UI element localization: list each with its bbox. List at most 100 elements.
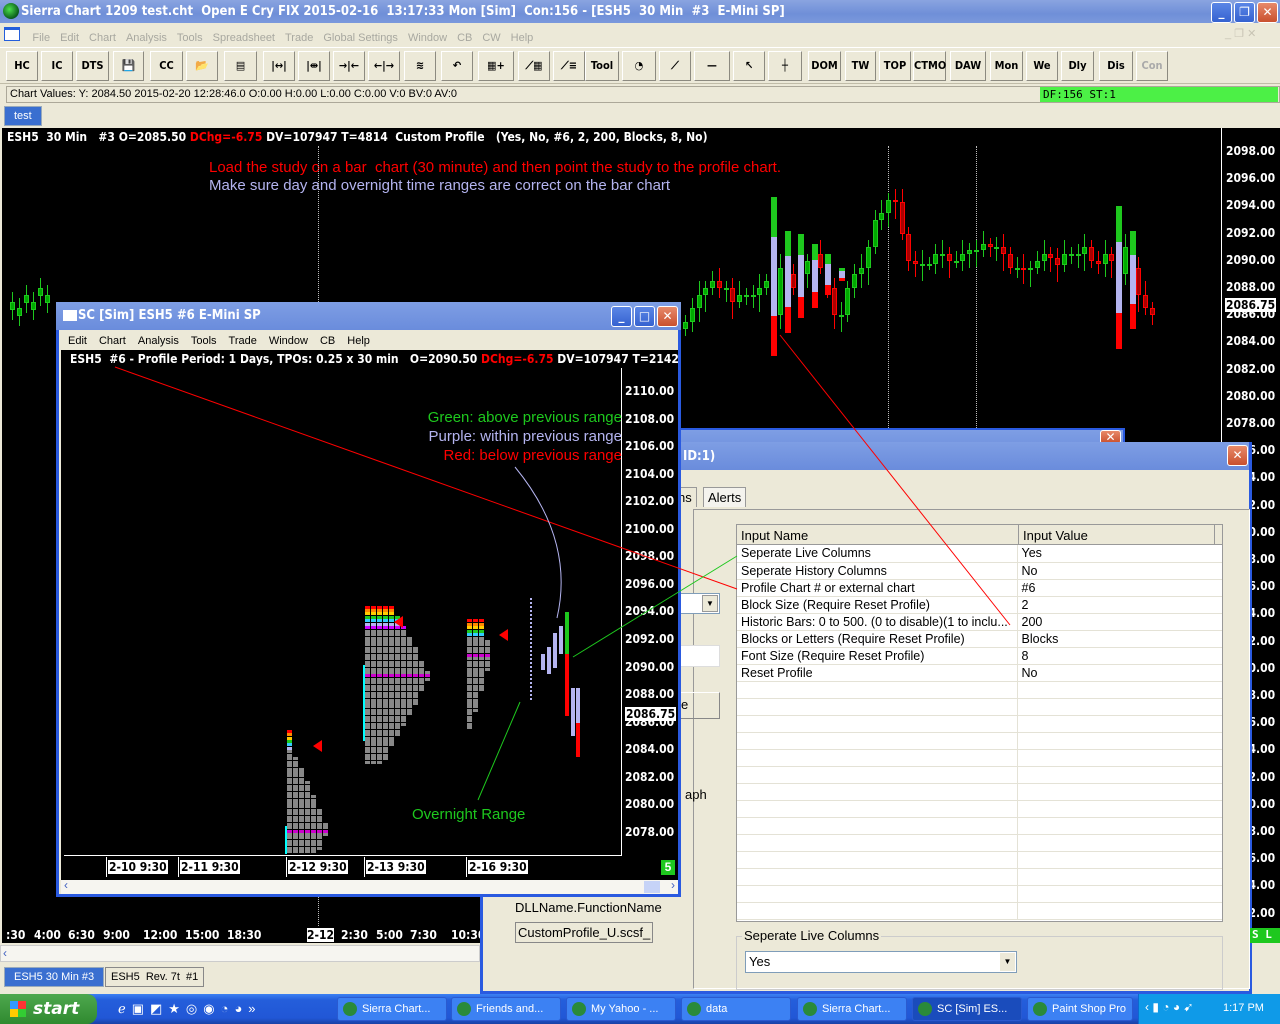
- scroll-left-icon[interactable]: ‹: [3, 946, 7, 960]
- input-row[interactable]: Seperate Live Columns Yes: [737, 545, 1222, 563]
- input-row[interactable]: Historic Bars: 0 to 500. (0 to disable)(…: [737, 613, 1222, 631]
- crosshair-button[interactable]: ┼: [768, 51, 802, 81]
- input-value[interactable]: 200: [1017, 613, 1222, 631]
- menu-analysis[interactable]: Analysis: [121, 29, 172, 47]
- input-row[interactable]: Seperate History Columns No: [737, 562, 1222, 580]
- taskbar-item[interactable]: My Yahoo - ...: [566, 997, 676, 1021]
- menu-chart[interactable]: Chart: [84, 29, 121, 47]
- line-button[interactable]: ⟋: [659, 51, 691, 81]
- taskbar-item[interactable]: Friends and...: [451, 997, 561, 1021]
- dll-field[interactable]: CustomProfile_U.scsf_: [515, 922, 653, 943]
- toolbar-top-button[interactable]: TOP: [879, 51, 911, 81]
- restore-button[interactable]: ❐: [1234, 2, 1255, 23]
- input-row[interactable]: Profile Chart # or external chart #6: [737, 579, 1222, 597]
- study-button[interactable]: ≋: [404, 51, 436, 81]
- toolbar-dis-button[interactable]: Dis: [1099, 51, 1133, 81]
- col-input-value[interactable]: Input Value: [1019, 525, 1215, 544]
- close-button[interactable]: ✕: [1257, 2, 1278, 23]
- toolbar-dts-button[interactable]: DTS: [76, 51, 109, 81]
- compress-button[interactable]: →|←: [333, 51, 365, 81]
- horizontal-scrollbar[interactable]: ‹: [0, 945, 480, 962]
- minimize-button[interactable]: _: [1211, 2, 1232, 23]
- taskbar-item[interactable]: Sierra Chart...: [337, 997, 447, 1021]
- taskbar-item[interactable]: Paint Shop Pro: [1027, 997, 1133, 1021]
- input-value[interactable]: 2: [1017, 596, 1222, 614]
- profile-menu-window[interactable]: Window: [263, 332, 314, 347]
- profile-minimize-button[interactable]: _: [611, 306, 632, 327]
- profile-chart[interactable]: ESH5 #6 - Profile Period: 1 Days, TPOs: …: [61, 350, 678, 880]
- pointer-button[interactable]: ↖: [733, 51, 765, 81]
- settings-button[interactable]: ▤: [224, 51, 257, 81]
- input-value[interactable]: 8: [1017, 647, 1222, 665]
- profile-menu-cb[interactable]: CB: [314, 332, 341, 347]
- zoom-out-button[interactable]: |↔|: [263, 51, 295, 81]
- toolbar-cc-button[interactable]: CC: [150, 51, 183, 81]
- profile-maximize-button[interactable]: □: [634, 306, 655, 327]
- menu-global-settings[interactable]: Global Settings: [318, 29, 403, 47]
- menu-trade[interactable]: Trade: [280, 29, 318, 47]
- profile-scrollbar[interactable]: ‹ ›: [61, 878, 678, 894]
- undo-button[interactable]: ↶: [441, 51, 473, 81]
- input-row[interactable]: Reset Profile No: [737, 664, 1222, 682]
- expand-button[interactable]: ←|→: [368, 51, 400, 81]
- profile-menu-edit[interactable]: Edit: [62, 332, 93, 347]
- hline-button[interactable]: —: [694, 51, 730, 81]
- menu-help[interactable]: Help: [506, 29, 539, 47]
- input-row[interactable]: Block Size (Require Reset Profile) 2: [737, 596, 1222, 614]
- tww-button[interactable]: ▦+: [478, 51, 514, 81]
- scroll-left-icon[interactable]: ‹: [64, 878, 68, 892]
- menu-cb[interactable]: CB: [452, 29, 477, 47]
- toolbar-tw-button[interactable]: TW: [845, 51, 876, 81]
- zoom-in-button[interactable]: |⇹|: [298, 51, 330, 81]
- toolbar-con-button[interactable]: Con: [1136, 51, 1168, 81]
- chartbook-tab-test[interactable]: test: [4, 106, 42, 126]
- toolbar-ctmo-button[interactable]: CTMO: [913, 51, 946, 81]
- text-input-partial[interactable]: [678, 645, 720, 667]
- toolbar-we-button[interactable]: We: [1026, 51, 1058, 81]
- toolbar-hc-button[interactable]: HC: [6, 51, 38, 81]
- fib-button[interactable]: ⟋≡: [553, 51, 585, 81]
- dropdown-partial[interactable]: ▼: [678, 593, 720, 614]
- taskbar-item[interactable]: SC [Sim] ES...: [912, 997, 1022, 1021]
- profile-menu-chart[interactable]: Chart: [93, 332, 132, 347]
- save-button[interactable]: 💾: [113, 51, 144, 81]
- toolbar-tool-button[interactable]: Tool: [585, 51, 619, 81]
- profile-close-button[interactable]: ✕: [657, 306, 678, 327]
- chart-tab-rev7t[interactable]: ESH5 Rev. 7t #1: [105, 967, 205, 987]
- menu-window[interactable]: Window: [403, 29, 452, 47]
- toolbar-ic-button[interactable]: IC: [41, 51, 73, 81]
- live-columns-select[interactable]: Yes ▼: [745, 951, 1017, 973]
- toolbar-dly-button[interactable]: Dly: [1061, 51, 1094, 81]
- button-partial[interactable]: e: [678, 692, 720, 719]
- input-value[interactable]: Blocks: [1017, 630, 1222, 648]
- menu-spreadsheet[interactable]: Spreadsheet: [208, 29, 280, 47]
- menu-tools[interactable]: Tools: [172, 29, 208, 47]
- tab-alerts[interactable]: Alerts: [703, 487, 747, 507]
- profile-menu-tools[interactable]: Tools: [185, 332, 223, 347]
- taskbar-item[interactable]: data: [681, 997, 791, 1021]
- input-row[interactable]: Blocks or Letters (Require Reset Profile…: [737, 630, 1222, 648]
- input-value[interactable]: No: [1017, 664, 1222, 682]
- col-input-name[interactable]: Input Name: [737, 525, 1019, 544]
- profile-menu-help[interactable]: Help: [341, 332, 376, 347]
- mdi-controls[interactable]: _ ❐ ✕: [1225, 27, 1256, 40]
- input-value[interactable]: #6: [1017, 579, 1222, 597]
- globe-button[interactable]: ◔: [622, 51, 656, 81]
- taskbar-item[interactable]: Sierra Chart...: [797, 997, 907, 1021]
- input-value[interactable]: Yes: [1017, 545, 1222, 563]
- inputs-table[interactable]: Input Name Input Value Seperate Live Col…: [736, 524, 1223, 922]
- profile-menu-analysis[interactable]: Analysis: [132, 332, 185, 347]
- calc-line-button[interactable]: ⟋▦: [518, 51, 550, 81]
- profile-menu-trade[interactable]: Trade: [223, 332, 263, 347]
- input-value[interactable]: No: [1017, 562, 1222, 580]
- toolbar-mon-button[interactable]: Mon: [990, 51, 1023, 81]
- scroll-thumb[interactable]: [644, 881, 660, 893]
- menu-file[interactable]: File: [27, 29, 55, 47]
- open-button[interactable]: 📂: [186, 51, 218, 81]
- chart-tab-30min[interactable]: ESH5 30 Min #3: [4, 967, 105, 987]
- toolbar-daw-button[interactable]: DAW: [950, 51, 986, 81]
- tray-icons[interactable]: ‹ ▮ ◔ ◕ ➹: [1145, 1000, 1194, 1014]
- quick-launch-icons[interactable]: ℯ▣◩★◎◉◔◕»: [118, 1001, 262, 1017]
- dialog-close-button[interactable]: ✕: [1227, 445, 1248, 466]
- input-row[interactable]: Font Size (Require Reset Profile) 8: [737, 647, 1222, 665]
